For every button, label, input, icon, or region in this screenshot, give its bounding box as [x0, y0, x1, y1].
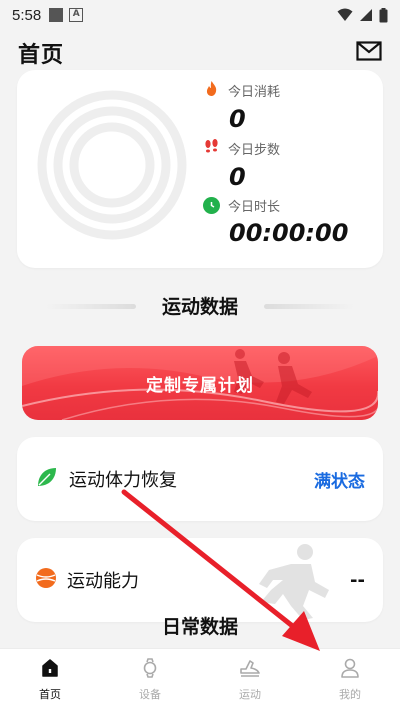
custom-plan-label: 定制专属计划: [146, 375, 254, 396]
status-icons: [337, 7, 388, 23]
recovery-card[interactable]: 运动体力恢复 满状态: [17, 437, 383, 521]
ability-value: --: [350, 569, 365, 591]
runner-watermark-icon: [259, 544, 329, 620]
ability-label: 运动能力: [67, 571, 139, 592]
home-icon: [39, 657, 61, 683]
duration-value: 00:00:00: [229, 219, 349, 247]
next-section-title: 日常数据: [161, 616, 238, 638]
steps-value: 0: [229, 163, 246, 191]
calories-value: 0: [229, 105, 246, 133]
bottom-nav: 首页 设备 运动 我的: [0, 648, 400, 710]
nav-home-label: 首页: [39, 688, 61, 701]
cellular-icon: [360, 9, 372, 21]
nav-device[interactable]: 设备: [100, 649, 200, 710]
custom-plan-banner[interactable]: 定制专属计划: [22, 346, 378, 420]
duration-label: 今日时长: [228, 200, 281, 215]
duration-stat: 今日时长 00:00:00: [203, 196, 348, 247]
person-icon: [339, 657, 361, 683]
daily-summary-card[interactable]: 今日消耗 0 今日步数 0 今日时长 00:00:00: [17, 70, 383, 268]
flame-icon: [203, 80, 220, 101]
left-divider: [46, 304, 136, 309]
steps-stat: 今日步数 0: [203, 138, 280, 191]
watch-icon: [139, 657, 161, 683]
leaf-icon: [35, 465, 59, 493]
calories-stat: 今日消耗 0: [203, 80, 280, 133]
right-divider: [264, 304, 354, 309]
status-bar: 5:58 A: [0, 0, 400, 30]
activity-rings: [37, 90, 187, 240]
nav-sport-label: 运动: [239, 688, 261, 701]
wifi-icon: [337, 8, 353, 21]
section-header: 运动数据: [0, 288, 400, 322]
ability-card[interactable]: 运动能力 --: [17, 538, 383, 622]
battery-icon: [379, 7, 388, 22]
shoe-icon: [238, 657, 262, 683]
nav-home[interactable]: 首页: [0, 649, 100, 710]
status-time: 5:58: [12, 6, 42, 24]
steps-label: 今日步数: [228, 143, 281, 158]
recovery-label: 运动体力恢复: [69, 470, 177, 491]
section-title: 运动数据: [161, 295, 238, 318]
nav-sport[interactable]: 运动: [200, 649, 300, 710]
notification-a-icon: A: [69, 8, 84, 22]
nav-device-label: 设备: [139, 688, 161, 701]
ball-icon: [35, 567, 57, 593]
page-title: 首页: [18, 43, 65, 68]
nav-profile-label: 我的: [339, 688, 361, 701]
clock-icon: [203, 197, 220, 214]
nav-profile[interactable]: 我的: [300, 649, 400, 710]
calories-label: 今日消耗: [228, 85, 281, 100]
notification-square-icon: [49, 8, 64, 22]
recovery-status: 满状态: [314, 471, 365, 492]
footprints-icon: [203, 138, 220, 159]
mail-icon[interactable]: [356, 41, 382, 65]
